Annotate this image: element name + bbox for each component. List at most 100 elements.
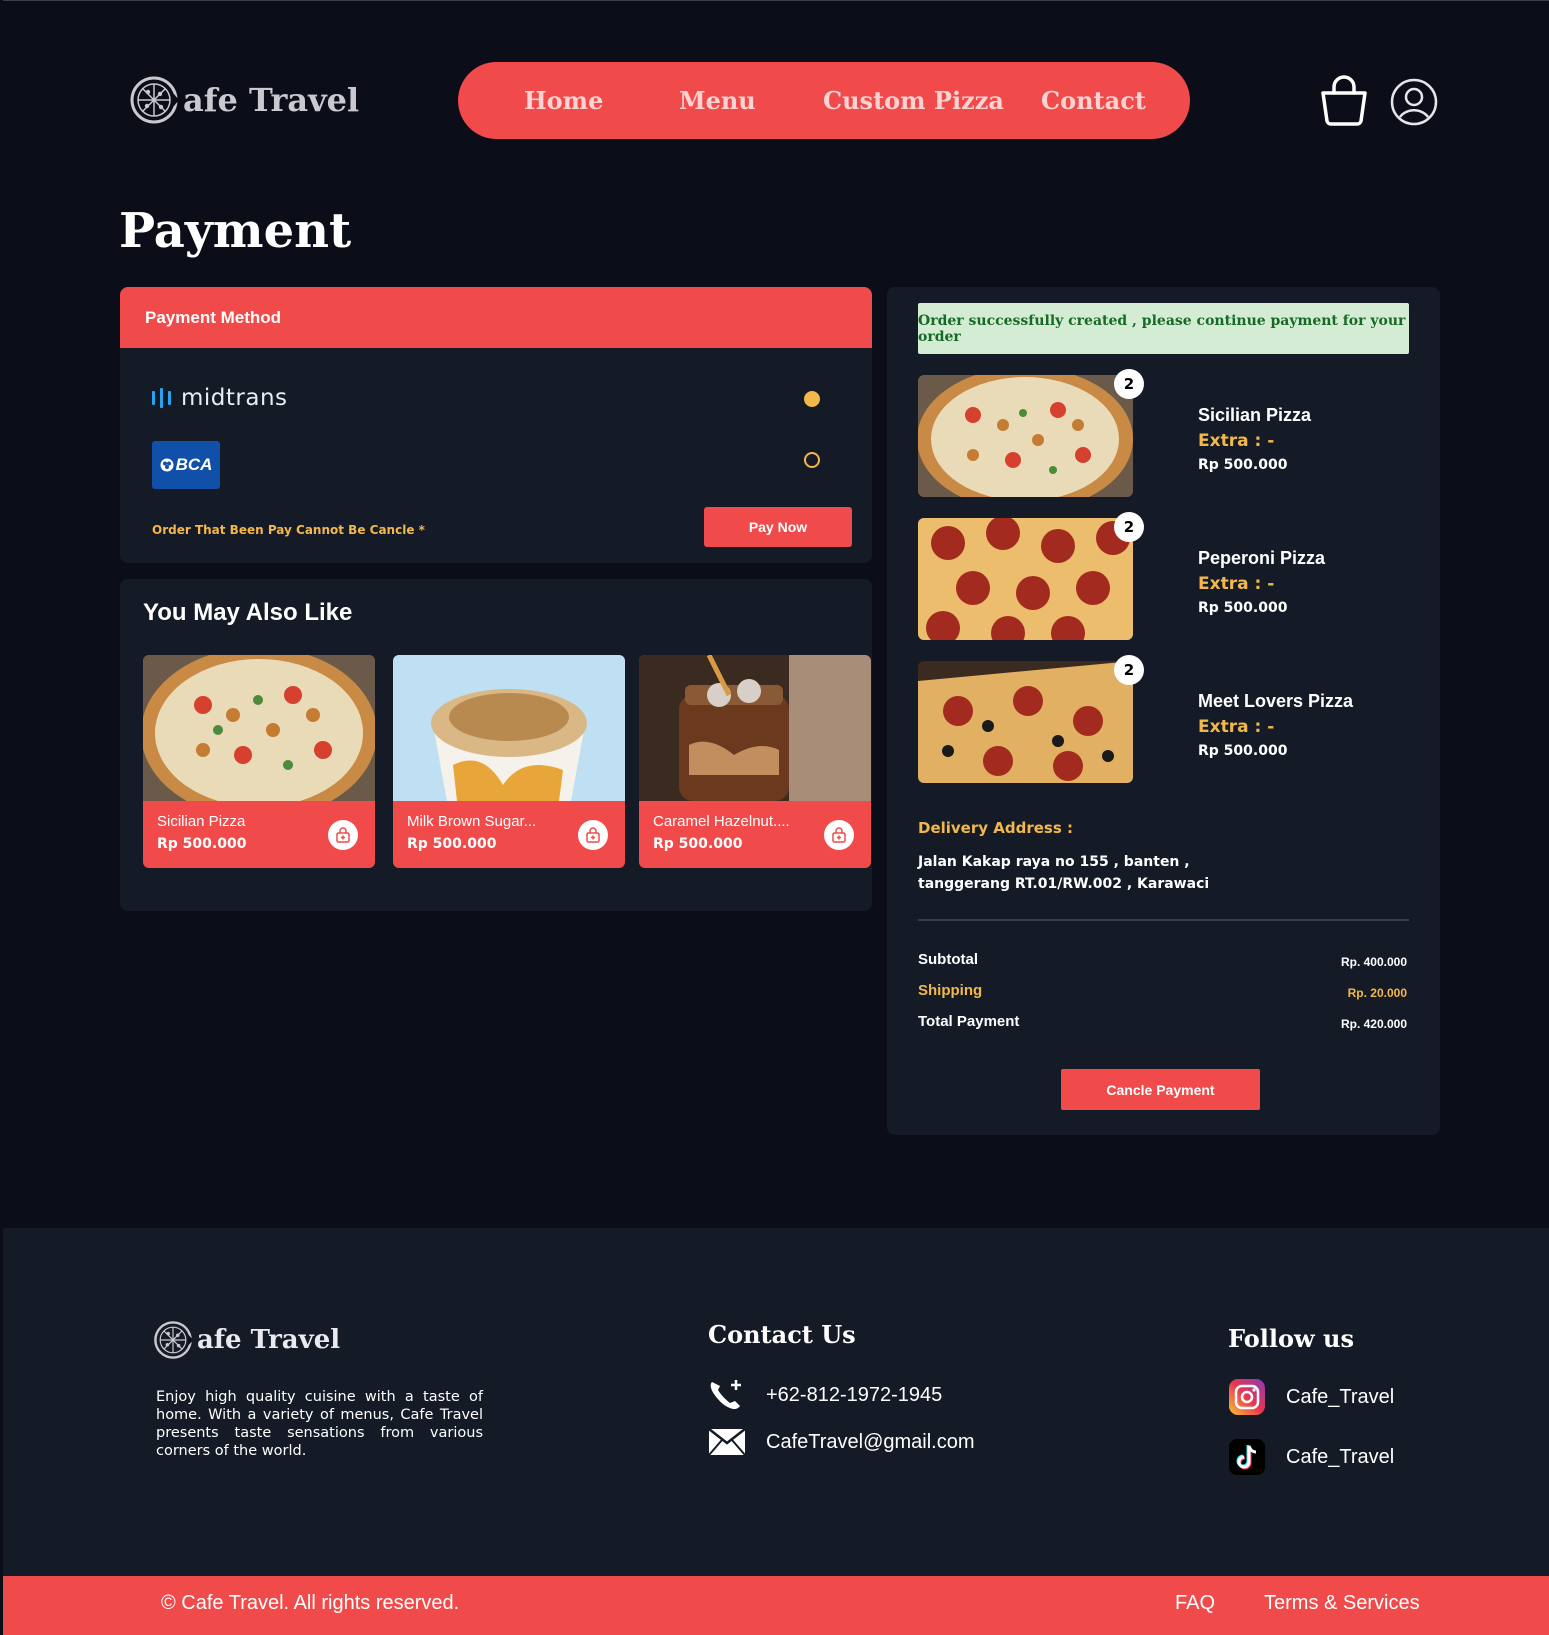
midtrans-option[interactable]: midtrans	[152, 385, 288, 411]
delivery-address-line: Jalan Kakap raya no 155 , banten ,	[918, 854, 1190, 870]
footer-brand-name: afe Travel	[197, 1325, 341, 1355]
order-success-message: Order successfully created , please cont…	[918, 303, 1409, 354]
contact-heading: Contact Us	[708, 1320, 856, 1349]
divider	[918, 919, 1409, 921]
tiktok-icon	[1229, 1439, 1265, 1475]
meat-lovers-pizza-image	[918, 661, 1133, 783]
shipping-row: Shipping Rp. 20.000	[918, 982, 1409, 1004]
instagram-handle: Cafe_Travel	[1286, 1385, 1395, 1408]
quantity-badge: 2	[1114, 512, 1144, 542]
nav-home[interactable]: Home	[524, 86, 603, 115]
faq-link[interactable]: FAQ	[1175, 1592, 1215, 1615]
order-item: 2 Peperoni Pizza Extra : - Rp 500.000	[918, 512, 1398, 642]
envelope-icon	[708, 1428, 746, 1456]
cancel-payment-button[interactable]: Cancle Payment	[1061, 1069, 1260, 1110]
bag-plus-icon	[336, 827, 350, 843]
recommendation-card[interactable]: Milk Brown Sugar... Rp 500.000	[393, 655, 625, 868]
brand-name: afe Travel	[183, 81, 360, 119]
phone-contact[interactable]: +62-812-1972-1945	[708, 1378, 942, 1412]
order-item-price: Rp 500.000	[1198, 600, 1288, 616]
brand-logo[interactable]: afe Travel	[129, 75, 359, 125]
sicilian-pizza-image	[143, 655, 375, 819]
bag-plus-icon	[832, 827, 846, 843]
recommendation-price: Rp 500.000	[407, 836, 497, 852]
payment-method-heading: Payment Method	[120, 287, 872, 348]
delivery-address: Jalan Kakap raya no 155 , banten , tangg…	[918, 851, 1248, 895]
caramel-hazelnut-image	[639, 655, 871, 801]
add-to-cart-button[interactable]	[578, 820, 608, 850]
recommendations-title: You May Also Like	[143, 599, 353, 626]
terms-link[interactable]: Terms & Services	[1264, 1592, 1420, 1615]
instagram-link[interactable]: Cafe_Travel	[1228, 1378, 1394, 1416]
email-contact[interactable]: CafeTravel@gmail.com	[708, 1428, 975, 1456]
payment-method-panel: Payment Method midtrans BCA Order That B…	[120, 287, 872, 563]
recommendations-panel: You May Also Like Sicilian Pizza Rp 500.…	[120, 579, 872, 911]
midtrans-logo-icon	[152, 388, 171, 408]
bca-radio[interactable]	[804, 452, 820, 468]
phone-icon	[710, 1380, 741, 1410]
bag-plus-icon	[586, 827, 600, 843]
instagram-icon	[1229, 1379, 1265, 1415]
add-to-cart-button[interactable]	[328, 820, 358, 850]
sicilian-pizza-image	[918, 375, 1133, 497]
tiktok-link[interactable]: Cafe_Travel	[1228, 1438, 1394, 1476]
midtrans-radio[interactable]	[804, 391, 820, 407]
order-item-extra: Extra : -	[1198, 574, 1275, 594]
total-value: Rp. 420.000	[1340, 1017, 1407, 1031]
quantity-badge: 2	[1114, 369, 1144, 399]
recommendation-price: Rp 500.000	[653, 836, 743, 852]
nav-menu[interactable]: Menu	[679, 86, 756, 115]
order-item-name: Meet Lovers Pizza	[1198, 691, 1354, 711]
milk-brown-sugar-image	[393, 655, 625, 801]
pay-now-button[interactable]: Pay Now	[704, 507, 852, 547]
copyright: © Cafe Travel. All rights reserved.	[161, 1592, 460, 1614]
follow-heading: Follow us	[1228, 1324, 1354, 1353]
order-item-name: Sicilian Pizza	[1198, 405, 1312, 425]
recommendation-name: Sicilian Pizza	[157, 813, 246, 830]
shipping-value: Rp. 20.000	[1347, 986, 1407, 1000]
midtrans-label: midtrans	[181, 385, 288, 411]
cancel-warning: Order That Been Pay Cannot Be Cancle *	[152, 523, 425, 537]
total-row: Total Payment Rp. 420.000	[918, 1013, 1409, 1035]
quantity-badge: 2	[1114, 655, 1144, 685]
bca-logo-icon	[160, 458, 174, 472]
nav-contact[interactable]: Contact	[1041, 86, 1146, 115]
nav-custom-pizza[interactable]: Custom Pizza	[823, 86, 1004, 115]
delivery-address-label: Delivery Address :	[918, 819, 1073, 837]
tiktok-handle: Cafe_Travel	[1286, 1445, 1395, 1468]
recommendation-price: Rp 500.000	[157, 836, 247, 852]
main-nav: Home Menu Custom Pizza Contact	[458, 62, 1190, 139]
page-title: Payment	[119, 203, 352, 259]
subtotal-label: Subtotal	[918, 951, 978, 968]
bca-label: BCA	[175, 455, 213, 474]
order-item-price: Rp 500.000	[1198, 743, 1288, 759]
subtotal-value: Rp. 400.000	[1340, 955, 1407, 969]
order-item-price: Rp 500.000	[1198, 457, 1288, 473]
pepperoni-pizza-image	[918, 518, 1133, 640]
shipping-label: Shipping	[918, 982, 983, 999]
recommendation-card[interactable]: Caramel Hazelnut.... Rp 500.000	[639, 655, 871, 868]
add-to-cart-button[interactable]	[824, 820, 854, 850]
bottom-bar: © Cafe Travel. All rights reserved. FAQ …	[3, 1576, 1549, 1635]
footer-logo[interactable]: afe Travel	[153, 1320, 340, 1360]
footer-description: Enjoy high quality cuisine with a taste …	[156, 1389, 483, 1459]
total-label: Total Payment	[918, 1013, 1020, 1030]
recommendation-name: Caramel Hazelnut....	[653, 813, 790, 830]
bca-option[interactable]: BCA	[152, 441, 220, 489]
order-item-extra: Extra : -	[1198, 717, 1275, 737]
recommendation-card[interactable]: Sicilian Pizza Rp 500.000	[143, 655, 375, 868]
footer: afe Travel Enjoy high quality cuisine wi…	[3, 1228, 1549, 1576]
email-address: CafeTravel@gmail.com	[766, 1430, 975, 1453]
subtotal-row: Subtotal Rp. 400.000	[918, 951, 1409, 973]
order-summary-panel: Order successfully created , please cont…	[887, 287, 1440, 1135]
pizza-logo-icon	[153, 1320, 193, 1360]
order-item: 2 Meet Lovers Pizza Extra : - Rp 500.000	[918, 655, 1398, 785]
shopping-bag-icon[interactable]	[1319, 73, 1369, 127]
order-item-extra: Extra : -	[1198, 431, 1275, 451]
page: afe Travel Home Menu Custom Pizza Contac…	[3, 0, 1549, 1635]
user-circle-icon[interactable]	[1390, 78, 1438, 126]
order-item: 2 Sicilian Pizza Extra : - Rp 500.000	[918, 369, 1398, 499]
pizza-logo-icon	[129, 75, 179, 125]
phone-number: +62-812-1972-1945	[766, 1383, 943, 1406]
recommendation-name: Milk Brown Sugar...	[407, 813, 537, 830]
